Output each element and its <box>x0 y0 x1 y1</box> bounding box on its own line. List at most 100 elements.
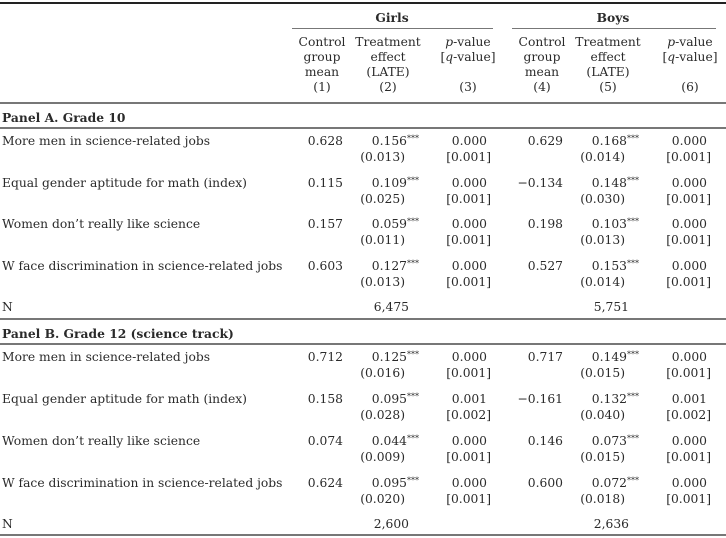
control-mean-cell: 0.115 <box>307 176 343 190</box>
table-rule <box>0 318 726 320</box>
control-mean-cell: 0.157 <box>307 217 343 231</box>
column-header-line: Treatment <box>575 35 641 49</box>
column-header-line: (LATE) <box>366 65 410 79</box>
p-value-cell: 0.000 <box>451 134 487 148</box>
control-mean-cell: 0.198 <box>527 217 563 231</box>
treatment-effect-cell: 0.095*** <box>372 392 419 407</box>
significance-stars: *** <box>407 176 419 185</box>
control-mean-cell: 0.146 <box>527 434 563 448</box>
effect-value: 0.095 <box>371 392 407 406</box>
panel-title: Panel B. Grade 12 (science track) <box>2 326 234 341</box>
treatment-effect-cell: 0.109*** <box>372 176 419 191</box>
cmidrule-boys <box>512 28 716 30</box>
treatment-effect-cell: 0.153*** <box>592 259 639 274</box>
significance-stars: *** <box>407 392 419 401</box>
q-value-cell: [0.001] <box>446 275 491 289</box>
standard-error-cell: (0.013) <box>580 233 625 247</box>
q-value-cell: [0.001] <box>666 492 711 506</box>
p-value-cell: 0.000 <box>451 434 487 448</box>
treatment-effect-cell: 0.044*** <box>372 434 419 449</box>
column-header-line: (LATE) <box>586 65 630 79</box>
standard-error-cell: (0.011) <box>360 233 405 247</box>
n-label: N <box>2 300 13 314</box>
column-header-line: [q-value] <box>440 50 496 64</box>
effect-value: 0.125 <box>371 350 407 364</box>
effect-value: 0.149 <box>591 350 627 364</box>
control-mean-cell: 0.603 <box>307 259 343 273</box>
standard-error-cell: (0.020) <box>360 492 405 506</box>
column-header-line: (5) <box>599 80 617 94</box>
p-value-cell: 0.000 <box>671 259 707 273</box>
q-value-cell: [0.001] <box>446 366 491 380</box>
control-mean-cell: 0.628 <box>307 134 343 148</box>
q-value-cell: [0.001] <box>666 192 711 206</box>
q-value-cell: [0.001] <box>666 233 711 247</box>
column-header-line: effect <box>370 50 406 64</box>
standard-error-cell: (0.018) <box>580 492 625 506</box>
effect-value: 0.103 <box>591 217 627 231</box>
standard-error-cell: (0.013) <box>360 275 405 289</box>
significance-stars: *** <box>407 434 419 443</box>
standard-error-cell: (0.016) <box>360 366 405 380</box>
significance-stars: *** <box>627 476 639 485</box>
column-header-line: (3) <box>459 80 477 94</box>
column-header-line: effect <box>590 50 626 64</box>
treatment-effect-cell: 0.073*** <box>592 434 639 449</box>
column-header-line: [q-value] <box>662 50 718 64</box>
q-value-cell: [0.001] <box>666 150 711 164</box>
row-label: W face discrimination in science-related… <box>2 259 283 273</box>
table-rule <box>0 343 726 345</box>
standard-error-cell: (0.030) <box>580 192 625 206</box>
effect-value: 0.132 <box>591 392 627 406</box>
column-header-line: Treatment <box>355 35 421 49</box>
p-value-cell: 0.000 <box>671 217 707 231</box>
p-value-cell: 0.000 <box>451 476 487 490</box>
effect-value: 0.059 <box>371 217 407 231</box>
q-value-cell: [0.001] <box>666 275 711 289</box>
p-value-cell: 0.000 <box>671 350 707 364</box>
significance-stars: *** <box>627 259 639 268</box>
p-value-cell: 0.001 <box>671 392 707 406</box>
effect-value: 0.109 <box>371 176 407 190</box>
treatment-effect-cell: 0.125*** <box>372 350 419 365</box>
effect-value: 0.072 <box>591 476 627 490</box>
treatment-effect-cell: 0.059*** <box>372 217 419 232</box>
p-value-cell: 0.000 <box>671 134 707 148</box>
standard-error-cell: (0.014) <box>580 275 625 289</box>
p-value-cell: 0.000 <box>451 176 487 190</box>
q-value-cell: [0.001] <box>446 150 491 164</box>
standard-error-cell: (0.014) <box>580 150 625 164</box>
treatment-effect-cell: 0.148*** <box>592 176 639 191</box>
q-value-cell: [0.001] <box>666 366 711 380</box>
control-mean-cell: −0.161 <box>517 392 563 406</box>
group-header-boys: Boys <box>596 10 630 25</box>
p-value-cell: 0.001 <box>451 392 487 406</box>
row-label: Women don’t really like science <box>2 434 201 448</box>
column-header-line: p-value <box>667 35 713 49</box>
effect-value: 0.168 <box>591 134 627 148</box>
standard-error-cell: (0.040) <box>580 408 625 422</box>
effect-value: 0.156 <box>371 134 407 148</box>
significance-stars: *** <box>627 176 639 185</box>
treatment-effect-cell: 0.127*** <box>372 259 419 274</box>
significance-stars: *** <box>627 217 639 226</box>
significance-stars: *** <box>627 350 639 359</box>
row-label: More men in science-related jobs <box>2 134 211 148</box>
q-value-cell: [0.001] <box>446 233 491 247</box>
standard-error-cell: (0.015) <box>580 366 625 380</box>
panel-title: Panel A. Grade 10 <box>2 110 126 125</box>
column-header-line: p-value <box>445 35 491 49</box>
n-label: N <box>2 517 13 531</box>
effect-value: 0.153 <box>591 259 627 273</box>
p-value-cell: 0.000 <box>671 434 707 448</box>
significance-stars: *** <box>627 134 639 143</box>
significance-stars: *** <box>407 217 419 226</box>
q-value-cell: [0.001] <box>446 192 491 206</box>
significance-stars: *** <box>407 134 419 143</box>
standard-error-cell: (0.009) <box>360 450 405 464</box>
treatment-effect-cell: 0.095*** <box>372 476 419 491</box>
row-label: W face discrimination in science-related… <box>2 476 283 490</box>
q-value-cell: [0.001] <box>446 492 491 506</box>
row-label: Women don’t really like science <box>2 217 201 231</box>
treatment-effect-cell: 0.103*** <box>592 217 639 232</box>
